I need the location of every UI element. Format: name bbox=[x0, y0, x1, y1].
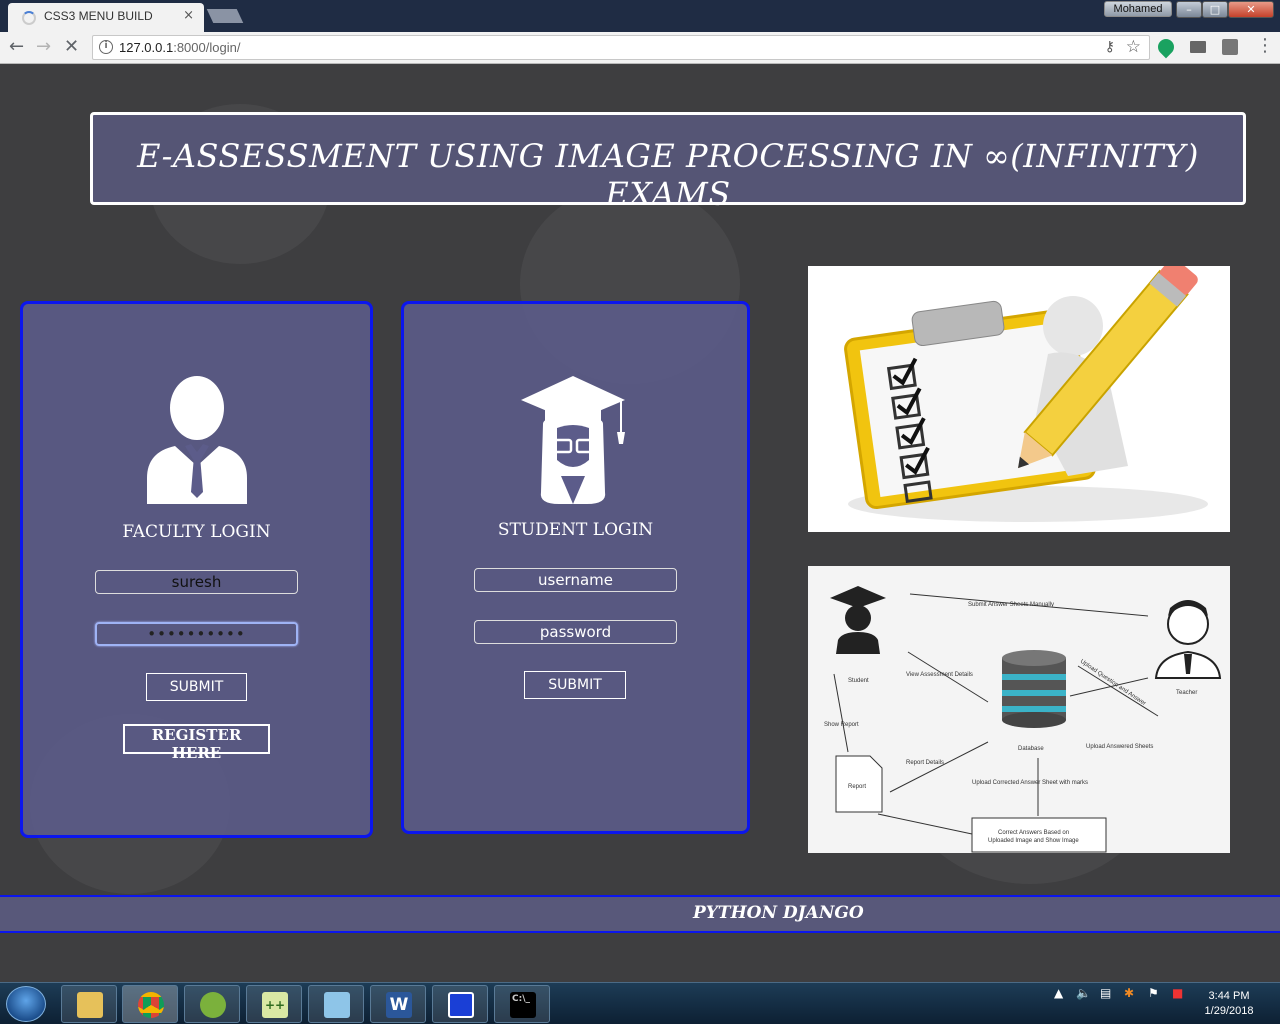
student-submit-button[interactable]: SUBMIT bbox=[524, 671, 626, 699]
diagram-label-upload-qa: Upload Question and Answer bbox=[1079, 659, 1147, 707]
faculty-password-input[interactable] bbox=[95, 622, 298, 646]
start-button[interactable] bbox=[6, 986, 46, 1022]
chameleon-icon bbox=[200, 992, 226, 1018]
faculty-submit-button[interactable]: SUBMIT bbox=[146, 673, 247, 701]
minimize-window-button[interactable]: – bbox=[1176, 1, 1202, 18]
close-window-button[interactable]: ✕ bbox=[1228, 1, 1274, 18]
forward-arrow-icon[interactable]: → bbox=[36, 37, 51, 57]
windows-taskbar: ++ W C:\_ ▲ 🔈 ▤ ✱ ⚑ ■ 3:44 PM 1/29/2018 bbox=[0, 982, 1280, 1024]
mail-icon[interactable] bbox=[1190, 41, 1206, 53]
faculty-login-heading: FACULTY LOGIN bbox=[122, 522, 271, 542]
loading-spinner-icon bbox=[22, 11, 36, 25]
notepad-plus-icon: ++ bbox=[262, 992, 288, 1018]
blue-app-icon bbox=[448, 992, 474, 1018]
diagram-label-report-details: Report Details bbox=[906, 760, 944, 766]
diagram-label-database: Database bbox=[1018, 746, 1044, 752]
maximize-window-button[interactable]: □ bbox=[1202, 1, 1228, 18]
key-icon[interactable]: ⚷ bbox=[1105, 39, 1115, 55]
taskbar-chrome[interactable] bbox=[122, 985, 178, 1023]
student-graduate-icon bbox=[521, 376, 625, 504]
student-figure-icon bbox=[830, 586, 886, 654]
command-prompt-icon: C:\_ bbox=[510, 992, 536, 1018]
word-icon: W bbox=[386, 992, 412, 1018]
avast-icon[interactable]: ✱ bbox=[1124, 986, 1134, 1000]
student-password-input[interactable] bbox=[474, 620, 677, 644]
diagram-label-submit-sheets: Submit Answer Sheets Manually bbox=[968, 602, 1054, 608]
diagram-label-report: Report bbox=[848, 784, 866, 790]
title-banner: E-ASSESSMENT USING IMAGE PROCESSING IN ∞… bbox=[90, 112, 1246, 213]
menu-icon[interactable]: ⋮ bbox=[1256, 36, 1274, 56]
taskbar-clock[interactable]: 3:44 PM 1/29/2018 bbox=[1198, 989, 1260, 1019]
stop-loading-icon[interactable]: ✕ bbox=[64, 37, 79, 57]
camera-extension-icon[interactable] bbox=[1222, 39, 1238, 55]
browser-tab[interactable]: CSS3 MENU BUILD × bbox=[8, 3, 204, 32]
faculty-user-icon bbox=[147, 376, 247, 504]
diagram-label-upload-corrected: Upload Corrected Answer Sheet with marks bbox=[972, 780, 1088, 786]
checklist-illustration bbox=[808, 266, 1230, 532]
new-tab-button[interactable] bbox=[206, 9, 244, 23]
url-text[interactable]: 127.0.0.1:8000/login/ bbox=[119, 40, 240, 55]
footer-text: PYTHON DJANGO bbox=[693, 903, 864, 923]
page-title: E-ASSESSMENT USING IMAGE PROCESSING IN ∞… bbox=[137, 137, 1199, 213]
diagram-label-show-report: Show Report bbox=[824, 722, 859, 728]
page-footer: PYTHON DJANGO bbox=[0, 895, 1280, 933]
taskbar-app-blue[interactable] bbox=[432, 985, 488, 1023]
register-here-button[interactable]: REGISTER HERE bbox=[123, 724, 270, 762]
diagram-label-teacher: Teacher bbox=[1176, 690, 1197, 696]
diagram-label-correct-2: Uploaded Image and Show Image bbox=[988, 838, 1079, 844]
diagram-label-correct-1: Correct Answers Based on bbox=[998, 830, 1069, 836]
diagram-label-student: Student bbox=[848, 678, 869, 684]
editor-icon bbox=[324, 992, 350, 1018]
student-username-input[interactable] bbox=[474, 568, 677, 592]
system-flow-diagram: Student Teacher Database Report Correct … bbox=[808, 566, 1230, 853]
clock-time: 3:44 PM bbox=[1208, 990, 1250, 1002]
browser-toolbar: ← → ✕ i 127.0.0.1:8000/login/ ⚷ ☆ ⋮ bbox=[0, 32, 1280, 64]
database-icon bbox=[1002, 650, 1066, 728]
student-login-heading: STUDENT LOGIN bbox=[497, 520, 654, 540]
chrome-icon bbox=[138, 992, 164, 1018]
action-center-flag-icon[interactable]: ⚑ bbox=[1148, 986, 1159, 1000]
network-icon[interactable]: ▤ bbox=[1100, 986, 1111, 1000]
diagram-label-upload-answered: Upload Answered Sheets bbox=[1086, 744, 1153, 750]
login-page: E-ASSESSMENT USING IMAGE PROCESSING IN ∞… bbox=[0, 64, 1280, 982]
folder-icon bbox=[77, 992, 103, 1018]
address-bar[interactable]: i 127.0.0.1:8000/login/ ⚷ ☆ bbox=[92, 35, 1150, 60]
faculty-username-input[interactable] bbox=[95, 570, 298, 594]
diagram-label-view-assessment: View Assessment Details bbox=[906, 672, 973, 678]
close-tab-icon[interactable]: × bbox=[183, 8, 194, 23]
url-host: 127.0.0.1 bbox=[119, 40, 174, 55]
show-hidden-icons-icon[interactable]: ▲ bbox=[1054, 986, 1063, 1000]
taskbar-notepad-plus[interactable]: ++ bbox=[246, 985, 302, 1023]
back-arrow-icon[interactable]: ← bbox=[9, 37, 24, 57]
teacher-figure-icon bbox=[1154, 600, 1222, 679]
taskbar-editor[interactable] bbox=[308, 985, 364, 1023]
taskbar-explorer[interactable] bbox=[61, 985, 117, 1023]
faculty-login-panel: FACULTY LOGIN SUBMIT REGISTER HERE bbox=[20, 301, 373, 838]
url-path: :8000/login/ bbox=[173, 40, 241, 55]
taskbar-cmd[interactable]: C:\_ bbox=[494, 985, 550, 1023]
network-error-icon[interactable]: ■ bbox=[1172, 986, 1183, 1000]
profile-button[interactable]: Mohamed bbox=[1104, 1, 1172, 17]
tab-title: CSS3 MENU BUILD bbox=[44, 9, 153, 23]
volume-icon[interactable]: 🔈 bbox=[1076, 986, 1091, 1000]
browser-tab-bar: CSS3 MENU BUILD × Mohamed – □ ✕ bbox=[0, 0, 1280, 32]
green-extension-icon[interactable] bbox=[1154, 35, 1178, 59]
bookmark-star-icon[interactable]: ☆ bbox=[1126, 37, 1141, 57]
taskbar-word[interactable]: W bbox=[370, 985, 426, 1023]
info-icon[interactable]: i bbox=[99, 40, 113, 54]
student-login-panel: STUDENT LOGIN SUBMIT bbox=[401, 301, 750, 834]
clock-date: 1/29/2018 bbox=[1204, 1005, 1254, 1017]
taskbar-chameleon-app[interactable] bbox=[184, 985, 240, 1023]
